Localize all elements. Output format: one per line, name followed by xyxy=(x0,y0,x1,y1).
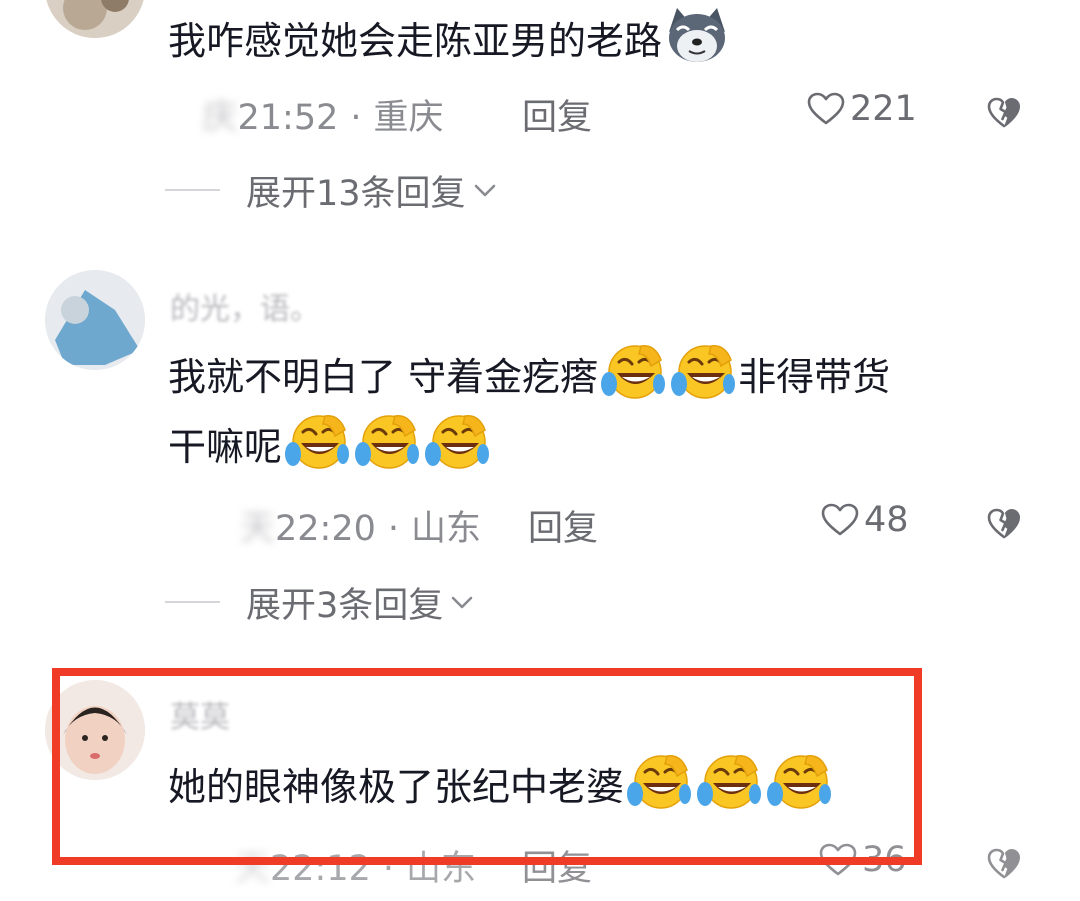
heart-icon xyxy=(806,91,846,127)
broken-heart-icon[interactable] xyxy=(986,506,1022,542)
laugh-cry-emoji xyxy=(423,410,491,472)
avatar[interactable] xyxy=(45,0,145,38)
comment-text: 我咋感觉她会走陈亚男的老路 xyxy=(168,4,732,74)
expand-replies-button[interactable]: 展开3条回复 xyxy=(165,580,477,626)
expand-label: 展开3条回复 xyxy=(246,585,444,626)
broken-heart-icon[interactable] xyxy=(986,95,1022,131)
laugh-cry-emoji xyxy=(353,410,421,472)
chevron-down-icon xyxy=(470,175,500,205)
husky-dog-emoji xyxy=(669,8,726,62)
chevron-down-icon xyxy=(447,587,477,617)
comment-location: 山东 xyxy=(411,509,482,549)
comment-date: 庆21:52 · 重庆 xyxy=(150,98,444,138)
reply-button[interactable]: 回复 xyxy=(528,500,598,551)
comment-meta: 庆21:52 · 重庆 回复 221 xyxy=(0,89,1080,139)
heart-icon xyxy=(820,502,860,538)
laugh-cry-emoji xyxy=(669,340,737,402)
like-button[interactable]: 48 xyxy=(820,500,909,540)
expand-label: 展开13条回复 xyxy=(246,173,466,214)
like-count: 221 xyxy=(850,89,917,129)
like-button[interactable]: 221 xyxy=(806,89,917,129)
divider-line xyxy=(165,189,220,191)
comment-text: 我就不明白了 守着金疙瘩 非得带货 xyxy=(168,340,890,410)
comment-location: 重庆 xyxy=(373,98,444,138)
expand-replies-button[interactable]: 展开13条回复 xyxy=(165,168,500,214)
comment-date: 天22:20 · 山东 xyxy=(205,509,482,549)
reply-button[interactable]: 回复 xyxy=(522,89,592,140)
laugh-cry-emoji xyxy=(283,410,351,472)
comment-meta: 天22:20 · 山东 回复 48 xyxy=(0,500,1080,550)
divider-line xyxy=(165,601,220,603)
comment-username[interactable]: 的光，语。 xyxy=(170,284,320,328)
avatar[interactable] xyxy=(45,270,145,370)
highlight-box xyxy=(52,668,922,865)
broken-heart-icon[interactable] xyxy=(986,846,1022,882)
laugh-cry-emoji xyxy=(599,340,667,402)
like-count: 48 xyxy=(864,500,909,540)
comment-text-line2: 干嘛呢 xyxy=(168,410,492,480)
